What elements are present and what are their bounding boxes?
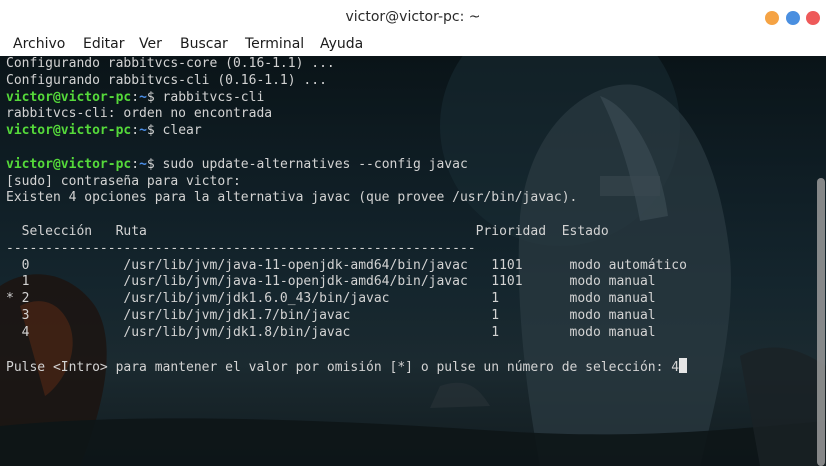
output-text: Configurando rabbitvcs-core (0.16-1.1) .… <box>6 56 335 71</box>
prompt-line: victor@victor-pc:~$ rabbitvcs-cli <box>6 90 687 107</box>
output-line: Existen 4 opciones para la alternativa j… <box>6 190 687 207</box>
prompt-path: ~ <box>139 156 147 172</box>
menu-bar: Archivo Editar Ver Buscar Terminal Ayuda <box>0 34 826 56</box>
output-line: [sudo] contraseña para victor: <box>6 174 687 191</box>
menu-editar[interactable]: Editar <box>83 36 124 52</box>
output-line: Selección Ruta Prioridad Estado <box>6 224 687 241</box>
window-title: victor@victor-pc: ~ <box>345 9 481 25</box>
command-text: sudo update-alternatives --config javac <box>154 156 468 172</box>
terminal-area[interactable]: Configurando rabbitvcs-core (0.16-1.1) .… <box>0 56 826 466</box>
output-text: 1 /usr/lib/jvm/java-11-openjdk-amd64/bin… <box>6 274 656 290</box>
prompt-user: victor@victor-pc <box>6 156 132 172</box>
prompt-separator: : <box>131 89 140 105</box>
command-text: clear <box>154 123 202 139</box>
output-line: 3 /usr/lib/jvm/jdk1.7/bin/javac 1 modo m… <box>6 308 687 325</box>
output-line: 4 /usr/lib/jvm/jdk1.8/bin/javac 1 modo m… <box>6 325 687 342</box>
output-line: Configurando rabbitvcs-cli (0.16-1.1) ..… <box>6 73 687 90</box>
output-text: * 2 /usr/lib/jvm/jdk1.6.0_43/bin/javac 1… <box>6 291 656 307</box>
output-text: [sudo] contraseña para victor: <box>6 173 241 189</box>
output-line: Pulse <Intro> para mantener el valor por… <box>6 358 688 376</box>
command-text: rabbitvcs-cli <box>154 89 265 105</box>
terminal-window: victor@victor-pc: ~ Archivo Editar Ver B… <box>0 0 826 466</box>
title-bar[interactable]: victor@victor-pc: ~ <box>0 0 826 34</box>
prompt-path: ~ <box>139 89 147 105</box>
menu-archivo[interactable]: Archivo <box>13 36 65 52</box>
output-line: * 2 /usr/lib/jvm/jdk1.6.0_43/bin/javac 1… <box>6 291 687 308</box>
output-text: 0 /usr/lib/jvm/java-11-openjdk-amd64/bin… <box>6 257 687 273</box>
prompt-path: ~ <box>139 123 147 139</box>
output-line: rabbitvcs-cli: orden no encontrada <box>6 106 687 123</box>
output-text: 3 /usr/lib/jvm/jdk1.7/bin/javac 1 modo m… <box>6 307 656 323</box>
menu-ver[interactable]: Ver <box>139 36 162 52</box>
output-text: 4 /usr/lib/jvm/jdk1.8/bin/javac 1 modo m… <box>6 324 656 340</box>
output-text: Pulse <Intro> para mantener el valor por… <box>6 360 680 376</box>
terminal-output: Configurando rabbitvcs-core (0.16-1.1) .… <box>6 56 688 376</box>
maximize-button[interactable] <box>786 11 800 25</box>
text-cursor <box>679 358 688 374</box>
scrollbar[interactable] <box>817 178 825 466</box>
prompt-symbol: $ <box>146 89 155 105</box>
output-line: 1 /usr/lib/jvm/java-11-openjdk-amd64/bin… <box>6 274 687 291</box>
menu-buscar[interactable]: Buscar <box>180 36 228 52</box>
prompt-separator: : <box>131 156 140 172</box>
output-line: 0 /usr/lib/jvm/java-11-openjdk-amd64/bin… <box>6 258 687 275</box>
output-text: ----------------------------------------… <box>6 240 476 256</box>
output-text: Existen 4 opciones para la alternativa j… <box>6 190 578 206</box>
menu-terminal[interactable]: Terminal <box>245 36 304 52</box>
prompt-line: victor@victor-pc:~$ clear <box>6 123 687 140</box>
prompt-separator: : <box>131 123 140 139</box>
minimize-button[interactable] <box>765 11 779 25</box>
output-line: ----------------------------------------… <box>6 241 687 258</box>
prompt-symbol: $ <box>146 156 155 172</box>
prompt-line: victor@victor-pc:~$ sudo update-alternat… <box>6 157 687 174</box>
prompt-user: victor@victor-pc <box>6 89 132 105</box>
output-text: rabbitvcs-cli: orden no encontrada <box>6 106 273 122</box>
output-line: Configurando rabbitvcs-core (0.16-1.1) .… <box>6 56 687 73</box>
prompt-user: victor@victor-pc <box>6 123 132 139</box>
close-button[interactable] <box>806 11 820 25</box>
prompt-symbol: $ <box>146 123 155 139</box>
output-text: Configurando rabbitvcs-cli (0.16-1.1) ..… <box>6 72 327 88</box>
menu-ayuda[interactable]: Ayuda <box>320 36 363 52</box>
output-text: Selección Ruta Prioridad Estado <box>6 223 609 239</box>
